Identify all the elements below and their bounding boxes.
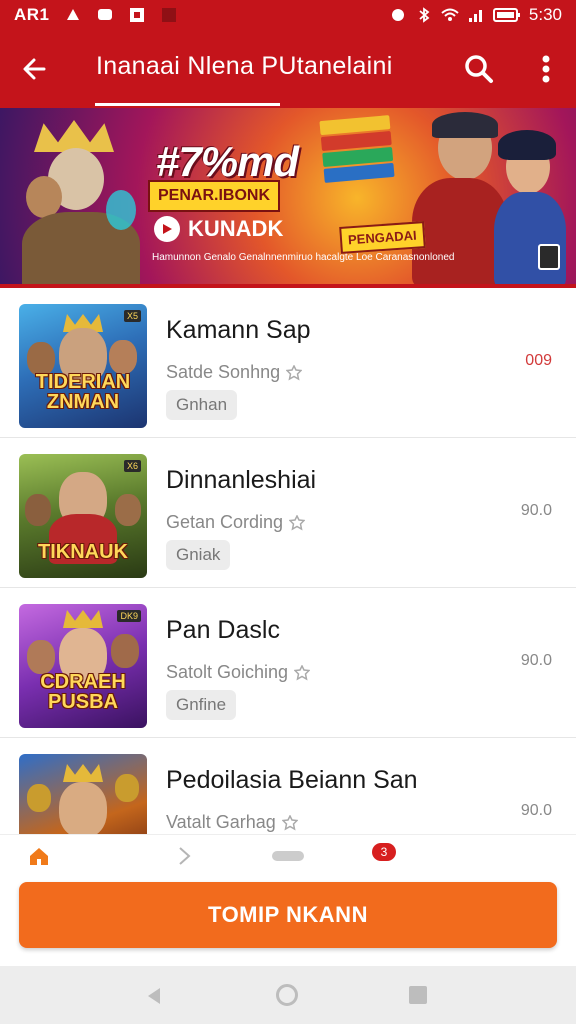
game-title: Pedoilasia Beiann San bbox=[166, 766, 418, 794]
message-icon bbox=[97, 9, 112, 20]
banner-brand: KUNADK bbox=[154, 216, 283, 242]
game-thumbnail: DK9 CDRAEH PUSBA bbox=[19, 604, 147, 728]
status-left: AR1 bbox=[14, 5, 178, 25]
status-time: 5:30 bbox=[528, 5, 562, 24]
game-thumbnail: X6 TIKNAUK bbox=[19, 454, 147, 578]
page-title: Inanaai Nlena PUtanelaini bbox=[96, 52, 393, 80]
signal-icon bbox=[468, 10, 482, 22]
status-bar: AR1 5:30 bbox=[0, 0, 576, 30]
nav-back-icon[interactable] bbox=[144, 986, 164, 1006]
notification-badge[interactable]: 3 bbox=[372, 843, 396, 861]
alarm-icon bbox=[391, 9, 404, 21]
bluetooth-icon bbox=[419, 7, 430, 23]
search-icon bbox=[465, 55, 493, 83]
banner-corner-icon bbox=[538, 244, 560, 270]
bottom-tab-bar: 3 bbox=[0, 834, 576, 878]
game-price: 90.0 bbox=[520, 652, 552, 669]
banner-tag: PENAR.IBONK bbox=[148, 180, 281, 212]
verified-icon bbox=[286, 364, 303, 380]
game-list: X5 TIDERIAN ZNMAN Kamann Sap Satde Sonhn… bbox=[0, 288, 576, 834]
banner-sticker-stack bbox=[319, 115, 395, 183]
list-item[interactable]: X6 TIKNAUK Dinnanleshiai Getan Cording G… bbox=[0, 438, 576, 588]
game-subtitle: Getan Cording bbox=[166, 512, 306, 533]
game-subtitle: Vatalt Garhag bbox=[166, 812, 298, 833]
list-item[interactable]: DK9 CDRAEH PUSBA Pan Daslc Satolt Goichi… bbox=[0, 588, 576, 738]
system-nav-bar bbox=[0, 966, 576, 1024]
verified-icon bbox=[289, 514, 306, 530]
game-subtitle: Satde Sonhng bbox=[166, 362, 303, 383]
arrow-left-icon bbox=[23, 58, 46, 80]
banner-brand-name: KUNADK bbox=[188, 216, 284, 241]
nav-home-icon[interactable] bbox=[276, 984, 298, 1006]
home-icon[interactable] bbox=[28, 845, 50, 867]
verified-icon bbox=[294, 664, 311, 680]
game-subtitle: Satolt Goiching bbox=[166, 662, 311, 683]
more-vertical-icon bbox=[542, 55, 550, 83]
list-item[interactable]: X5 TIDERIAN ZNMAN Kamann Sap Satde Sonhn… bbox=[0, 288, 576, 438]
promo-banner[interactable]: #7%md PENAR.IBONK KUNADK Hamunnon Genalo… bbox=[0, 108, 576, 288]
genre-chip[interactable]: Gnhan bbox=[166, 390, 238, 420]
banner-hero-left bbox=[16, 120, 146, 288]
title-underline bbox=[95, 103, 280, 106]
image-notification-icon bbox=[161, 8, 176, 22]
status-right: 5:30 bbox=[389, 5, 562, 25]
game-title: Pan Daslc bbox=[166, 616, 280, 644]
brand-logo-icon bbox=[154, 216, 180, 242]
nav-recent-icon[interactable] bbox=[409, 986, 427, 1004]
chevron-right-icon[interactable] bbox=[174, 845, 194, 867]
list-item[interactable]: Pedoilasia Beiann San Vatalt Garhag 90.0 bbox=[0, 738, 576, 834]
tab-indicator[interactable] bbox=[272, 851, 304, 861]
game-price: 90.0 bbox=[520, 802, 552, 819]
carrier-label: AR1 bbox=[14, 5, 50, 24]
notification-icon bbox=[66, 9, 79, 20]
game-title: Dinnanleshiai bbox=[166, 466, 317, 494]
banner-fine-print: Hamunnon Genalo Genalnnenmiruo hacalgte … bbox=[152, 252, 455, 263]
screen: AR1 5:30 Inanaai Nlena PUtanelaini #7%md… bbox=[0, 0, 576, 1024]
verified-icon bbox=[281, 814, 298, 830]
game-price: 90.0 bbox=[520, 502, 552, 519]
genre-chip[interactable]: Gnfine bbox=[166, 690, 237, 720]
game-price: 009 bbox=[525, 352, 552, 369]
game-title: Kamann Sap bbox=[166, 316, 311, 344]
app-bar: Inanaai Nlena PUtanelaini bbox=[0, 30, 576, 108]
wifi-icon bbox=[441, 8, 459, 21]
battery-icon bbox=[492, 8, 520, 22]
cta-container: TOMIP NKANN bbox=[0, 878, 576, 966]
search-button[interactable] bbox=[456, 46, 502, 92]
back-button[interactable] bbox=[0, 30, 70, 108]
game-thumbnail bbox=[19, 754, 147, 834]
primary-action-button[interactable]: TOMIP NKANN bbox=[19, 882, 557, 948]
banner-headline: #7%md bbox=[156, 138, 299, 185]
game-thumbnail: X5 TIDERIAN ZNMAN bbox=[19, 304, 147, 428]
more-button[interactable] bbox=[524, 46, 568, 92]
app-notification-icon bbox=[129, 8, 144, 22]
genre-chip[interactable]: Gniak bbox=[166, 540, 231, 570]
